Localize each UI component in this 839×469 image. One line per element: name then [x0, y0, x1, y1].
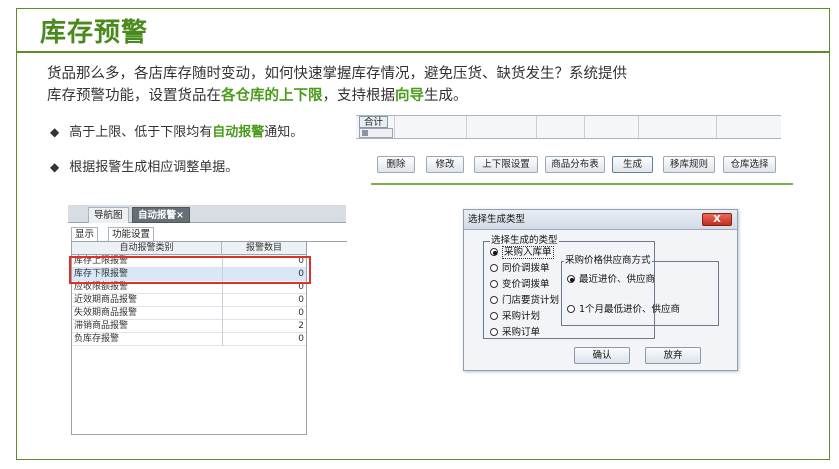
transfer-rules-button[interactable]: 移库规则: [663, 156, 715, 173]
column-header-category[interactable]: 自动报警类别: [72, 242, 222, 255]
alarm-category: 滞销商品报警: [74, 321, 129, 331]
radio-label: 门店要货计划: [502, 295, 560, 306]
generate-button[interactable]: 生成: [612, 156, 653, 173]
alarm-category: 失效期商品报警: [74, 308, 138, 318]
bullet-text: 根据报警生成相应调整单据。: [69, 160, 239, 175]
subtab-function-settings[interactable]: 功能设置: [108, 227, 155, 241]
radio-label: 最近进价、供应商: [579, 274, 656, 285]
bullet-highlight: 自动报警: [212, 125, 265, 140]
radio-purchase-order[interactable]: 采购订单: [490, 327, 540, 339]
auto-alarm-panel: 导航图 自动报警× 显示 功能设置 自动报警类别 报警数目 库存上限报警 0 库存…: [68, 205, 347, 435]
group-label-supplier-price: 采购价格供应商方式: [564, 255, 652, 267]
tab-strip: 导航图 自动报警×: [68, 205, 346, 223]
radio-icon: [490, 296, 498, 304]
radio-variable-price-transfer[interactable]: 变价调拨单: [490, 279, 550, 291]
bullet-text: 通知。: [264, 125, 304, 140]
alarm-count: 0: [298, 308, 304, 318]
radio-same-price-transfer[interactable]: 同价调拨单: [490, 263, 550, 275]
radio-icon: [490, 328, 498, 336]
radio-label: 采购入库单: [502, 246, 554, 259]
radio-icon: [490, 312, 498, 320]
intro-text: ，支持根据: [322, 88, 396, 104]
total-grid: 合计: [356, 115, 781, 139]
toolbar-button-bar: 删除 修改 上下限设置 商品分布表 生成 移库规则 仓库选择: [356, 151, 781, 177]
table-row[interactable]: 近效期商品报警 0: [72, 294, 306, 307]
subtab-strip: 显示 功能设置: [68, 225, 346, 241]
horizontal-scrollbar[interactable]: [359, 128, 393, 138]
table-row[interactable]: 负库存报警 0: [72, 333, 306, 346]
radio-icon: [490, 248, 498, 256]
edit-button[interactable]: 修改: [426, 156, 464, 173]
slide-title: 库存预警: [40, 18, 149, 48]
delete-button[interactable]: 删除: [377, 156, 415, 173]
radio-icon: [490, 280, 498, 288]
radio-store-request-plan[interactable]: 门店要货计划: [490, 295, 559, 307]
radio-purchase-plan[interactable]: 采购计划: [490, 311, 540, 323]
intro-paragraph: 货品那么多，各店库存随时变动，如何快速掌握库存情况，避免压货、缺货发生？系统提供…: [47, 63, 747, 107]
toolbar-divider: [371, 183, 793, 185]
radio-label: 同价调拨单: [502, 263, 550, 274]
warehouse-select-button[interactable]: 仓库选择: [723, 156, 776, 173]
radio-label: 1个月最低进价、供应商: [579, 304, 681, 315]
tab-navigation[interactable]: 导航图: [88, 207, 129, 223]
radio-icon: [567, 305, 575, 313]
intro-text: 生成。: [424, 88, 468, 104]
diamond-bullet-icon: ◆: [50, 125, 60, 139]
total-label: 合计: [359, 116, 389, 128]
radio-label: 采购订单: [502, 327, 541, 338]
bullet-text: 高于上限、低于下限均有: [69, 125, 213, 140]
cancel-button[interactable]: 放弃: [645, 347, 701, 364]
subtab-display[interactable]: 显示: [71, 227, 99, 241]
intro-highlight-wizard: 向导: [395, 88, 424, 104]
alarm-category: 近效期商品报警: [74, 295, 138, 305]
bullet-item: ◆ 高于上限、低于下限均有自动报警通知。: [50, 121, 303, 140]
intro-line-2: 库存预警功能，设置货品在各仓库的上下限，支持根据向导生成。: [47, 85, 747, 107]
alarm-category: 负库存报警: [74, 334, 120, 344]
product-distribution-button[interactable]: 商品分布表: [545, 156, 605, 173]
radio-icon: [567, 275, 575, 283]
table-row[interactable]: 滞销商品报警 2: [72, 320, 306, 333]
table-header: 自动报警类别 报警数目: [72, 242, 306, 255]
alarm-count: 0: [298, 295, 304, 305]
generate-type-dialog: 选择生成类型 X 选择生成的类型 采购入库单 同价调拨单 变价调拨单 门店要货计…: [463, 209, 738, 371]
table-row[interactable]: 失效期商品报警 0: [72, 307, 306, 320]
close-icon[interactable]: X: [702, 213, 732, 226]
radio-latest-price-supplier[interactable]: 最近进价、供应商: [567, 274, 655, 286]
limit-settings-button[interactable]: 上下限设置: [474, 156, 538, 173]
title-divider: [17, 51, 829, 53]
alarm-count: 0: [298, 334, 304, 344]
intro-text: 库存预警功能，设置货品在: [47, 88, 221, 104]
radio-label: 采购计划: [502, 311, 541, 322]
confirm-button[interactable]: 确认: [574, 347, 630, 364]
highlight-box: [69, 256, 311, 284]
bullet-item: ◆ 根据报警生成相应调整单据。: [50, 156, 238, 175]
intro-highlight-limits: 各仓库的上下限: [221, 88, 323, 104]
alarm-count: 2: [298, 321, 304, 331]
radio-purchase-receipt[interactable]: 采购入库单: [490, 246, 554, 259]
radio-label: 变价调拨单: [502, 279, 550, 290]
column-header-count[interactable]: 报警数目: [222, 242, 306, 255]
intro-line-1: 货品那么多，各店库存随时变动，如何快速掌握库存情况，避免压货、缺货发生？系统提供: [47, 66, 627, 82]
tab-auto-alarm[interactable]: 自动报警×: [132, 207, 190, 223]
radio-icon: [490, 264, 498, 272]
toolbar-screenshot: 合计 删除 修改 上下限设置 商品分布表 生成 移库规则 仓库选择: [356, 115, 781, 183]
diamond-bullet-icon: ◆: [50, 160, 60, 174]
supplier-price-group: 采购价格供应商方式 最近进价、供应商 1个月最低进价、供应商: [561, 255, 719, 326]
panel-divider: [307, 241, 347, 242]
radio-monthly-lowest-price-supplier[interactable]: 1个月最低进价、供应商: [567, 304, 680, 316]
dialog-title: 选择生成类型: [464, 210, 737, 230]
